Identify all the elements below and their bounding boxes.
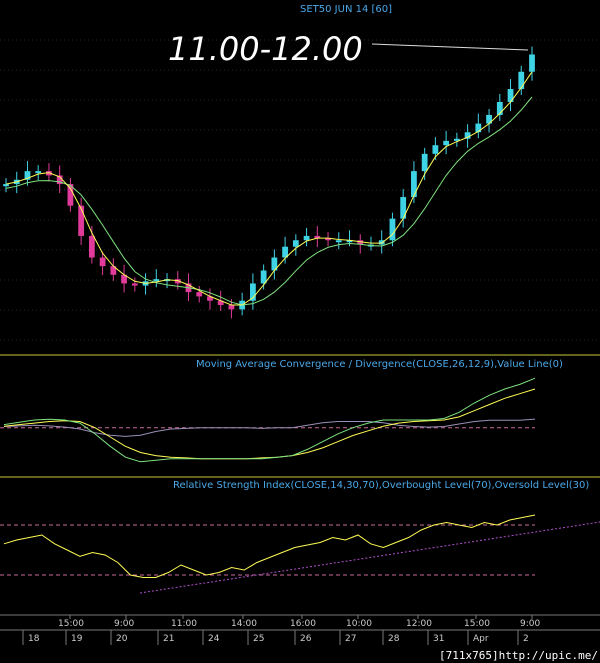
candle [35,165,42,181]
x-time-label: 15:00 [464,619,490,629]
footer-credit: [711x765]http://upic.me/ [439,649,598,662]
rsi-line [3,514,536,578]
ma-slow-line [5,96,533,306]
candle [314,225,321,248]
candle [271,249,278,280]
rsi-panel [0,514,600,594]
x-day-label: 24 [208,634,220,644]
candle-body [421,153,428,172]
candle-body [196,292,203,297]
candle [121,264,127,293]
candle-body [303,235,310,241]
candle [486,108,492,133]
target-annotation: 11.00-12.00 [168,30,363,68]
x-day-label: 2 [523,634,529,644]
candle-body [518,71,525,90]
x-day-label: 18 [28,634,40,644]
candle [325,232,331,247]
macd-title: Moving Average Convergence / Divergence(… [196,359,563,370]
macd-panel [0,377,536,463]
candle-body [3,184,9,187]
rsi-trendline [139,521,600,594]
annotation-pointer-line [371,43,529,51]
ma-fast-line [5,71,533,306]
candle [292,234,299,256]
x-time-label: 9:00 [114,619,134,629]
candle [196,286,203,303]
x-day-label: 21 [163,634,174,644]
candle [303,227,310,247]
x-day-label: 25 [253,634,264,644]
price-grid [0,39,600,341]
x-time-label: 11:00 [171,619,197,629]
candle [142,273,149,295]
candle-body [228,305,235,310]
candle [153,269,160,288]
x-day-label: 20 [116,634,128,644]
x-day-label: 31 [433,634,444,644]
candle-body [292,240,299,247]
candle [475,113,482,139]
candle [443,130,450,155]
candle [507,79,514,111]
candle [88,225,95,264]
candle [67,178,74,212]
candle [110,258,117,281]
x-time-label: 10:00 [346,619,372,629]
interval-label: [60] [371,4,393,15]
macd-line [3,377,536,463]
candle [260,264,267,290]
candle-body [131,283,138,286]
candle [282,236,288,264]
candle-body [99,257,106,267]
x-day-label: 26 [300,634,312,644]
candle [411,161,417,204]
x-time-label: 15:00 [58,619,84,629]
x-day-label: 28 [388,634,400,644]
chart-canvas: 15:00 9:00 11:00 14:00 16:00 10:00 12:00 15:00 9… [0,39,600,645]
x-day-label: 19 [71,634,83,644]
candle-body [153,279,160,282]
rsi-title: Relative Strength Index(CLOSE,14,30,70),… [173,480,590,491]
x-time-label: 9:00 [520,619,540,629]
candle [496,94,503,121]
candle [335,232,342,250]
candle-body [443,140,450,146]
candle-body [529,54,535,72]
x-day-label: Apr [473,634,489,644]
candle-body [432,145,439,154]
x-time-label: 14:00 [231,619,257,629]
candle [453,132,460,147]
candle-body [335,240,342,243]
candle [421,147,428,181]
x-time-label: 12:00 [406,619,432,629]
chart-title: SET50 JUN 14 [60] [300,4,392,15]
x-time-label: 16:00 [290,619,316,629]
x-day-label: 27 [345,634,356,644]
candle-body [78,205,85,236]
candle-body [389,218,396,241]
candle-body [88,235,95,258]
macd-signal-line [3,388,536,460]
candle-body [35,171,42,174]
x-axis: 15:00 9:00 11:00 14:00 16:00 10:00 12:00 15:00 9… [0,614,600,645]
candle-body [411,171,417,198]
candle [207,288,213,310]
symbol-label: SET50 JUN 14 [300,4,369,15]
